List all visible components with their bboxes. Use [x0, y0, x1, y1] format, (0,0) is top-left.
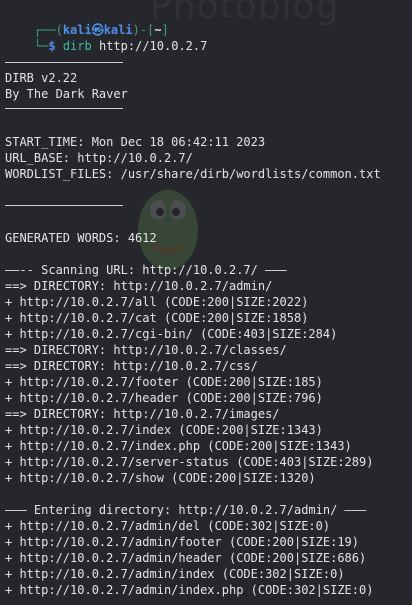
prompt-dollar: $: [48, 39, 56, 53]
terminal-window[interactable]: Photoblog ┌──(kali㉿kali)-[~] └─$ dirb ht…: [0, 0, 412, 605]
scan-result: + http://10.0.2.7/header (CODE:200|SIZE:…: [5, 391, 323, 405]
admin-scan-result: + http://10.0.2.7/admin/del (CODE:302|SI…: [5, 519, 331, 533]
admin-scan-result: + http://10.0.2.7/admin/footer (CODE:200…: [5, 535, 360, 549]
scan-result: + http://10.0.2.7/server-status (CODE:40…: [5, 455, 374, 469]
scan-result: + http://10.0.2.7/show (CODE:200|SIZE:13…: [5, 471, 316, 485]
scan-result: ==> DIRECTORY: http://10.0.2.7/images/: [5, 407, 280, 421]
enter-directory-header: ——— Entering directory: http://10.0.2.7/…: [5, 503, 367, 517]
dirb-version: DIRB v2.22: [5, 71, 78, 85]
scan-result: + http://10.0.2.7/index (CODE:200|SIZE:1…: [5, 423, 323, 437]
start-time: START_TIME: Mon Dec 18 06:42:11 2023: [5, 135, 266, 149]
separator: [5, 108, 123, 109]
admin-scan-result: + http://10.0.2.7/admin/index (CODE:302|…: [5, 567, 345, 581]
scan-result: + http://10.0.2.7/cat (CODE:200|SIZE:185…: [5, 311, 309, 325]
command-argument: http://10.0.2.7: [98, 39, 208, 53]
scan-result: + http://10.0.2.7/footer (CODE:200|SIZE:…: [5, 375, 323, 389]
wordlist-files: WORDLIST_FILES: /usr/share/dirb/wordlist…: [5, 167, 381, 181]
separator: [5, 62, 123, 63]
url-base: URL_BASE: http://10.0.2.7/: [5, 151, 193, 165]
scan-result: ==> DIRECTORY: http://10.0.2.7/css/: [5, 359, 258, 373]
dirb-author: By The Dark Raver: [5, 87, 128, 101]
generated-words: GENERATED WORDS: 4612: [5, 231, 157, 245]
prompt-frame-bottom: └─: [33, 39, 49, 53]
scan-result: + http://10.0.2.7/cgi-bin/ (CODE:403|SIZ…: [5, 327, 338, 341]
scan-result: + http://10.0.2.7/all (CODE:200|SIZE:202…: [5, 295, 309, 309]
command-name: dirb: [62, 39, 92, 53]
scan-result: + http://10.0.2.7/index.php (CODE:200|SI…: [5, 439, 352, 453]
scan-result: ==> DIRECTORY: http://10.0.2.7/classes/: [5, 343, 287, 357]
scan-header: ——-- Scanning URL: http://10.0.2.7/ ———: [5, 263, 287, 277]
separator: [5, 205, 123, 206]
admin-scan-result: + http://10.0.2.7/admin/index.php (CODE:…: [5, 583, 374, 597]
scan-result: ==> DIRECTORY: http://10.0.2.7/admin/: [5, 279, 273, 293]
admin-scan-result: + http://10.0.2.7/admin/header (CODE:200…: [5, 551, 367, 565]
